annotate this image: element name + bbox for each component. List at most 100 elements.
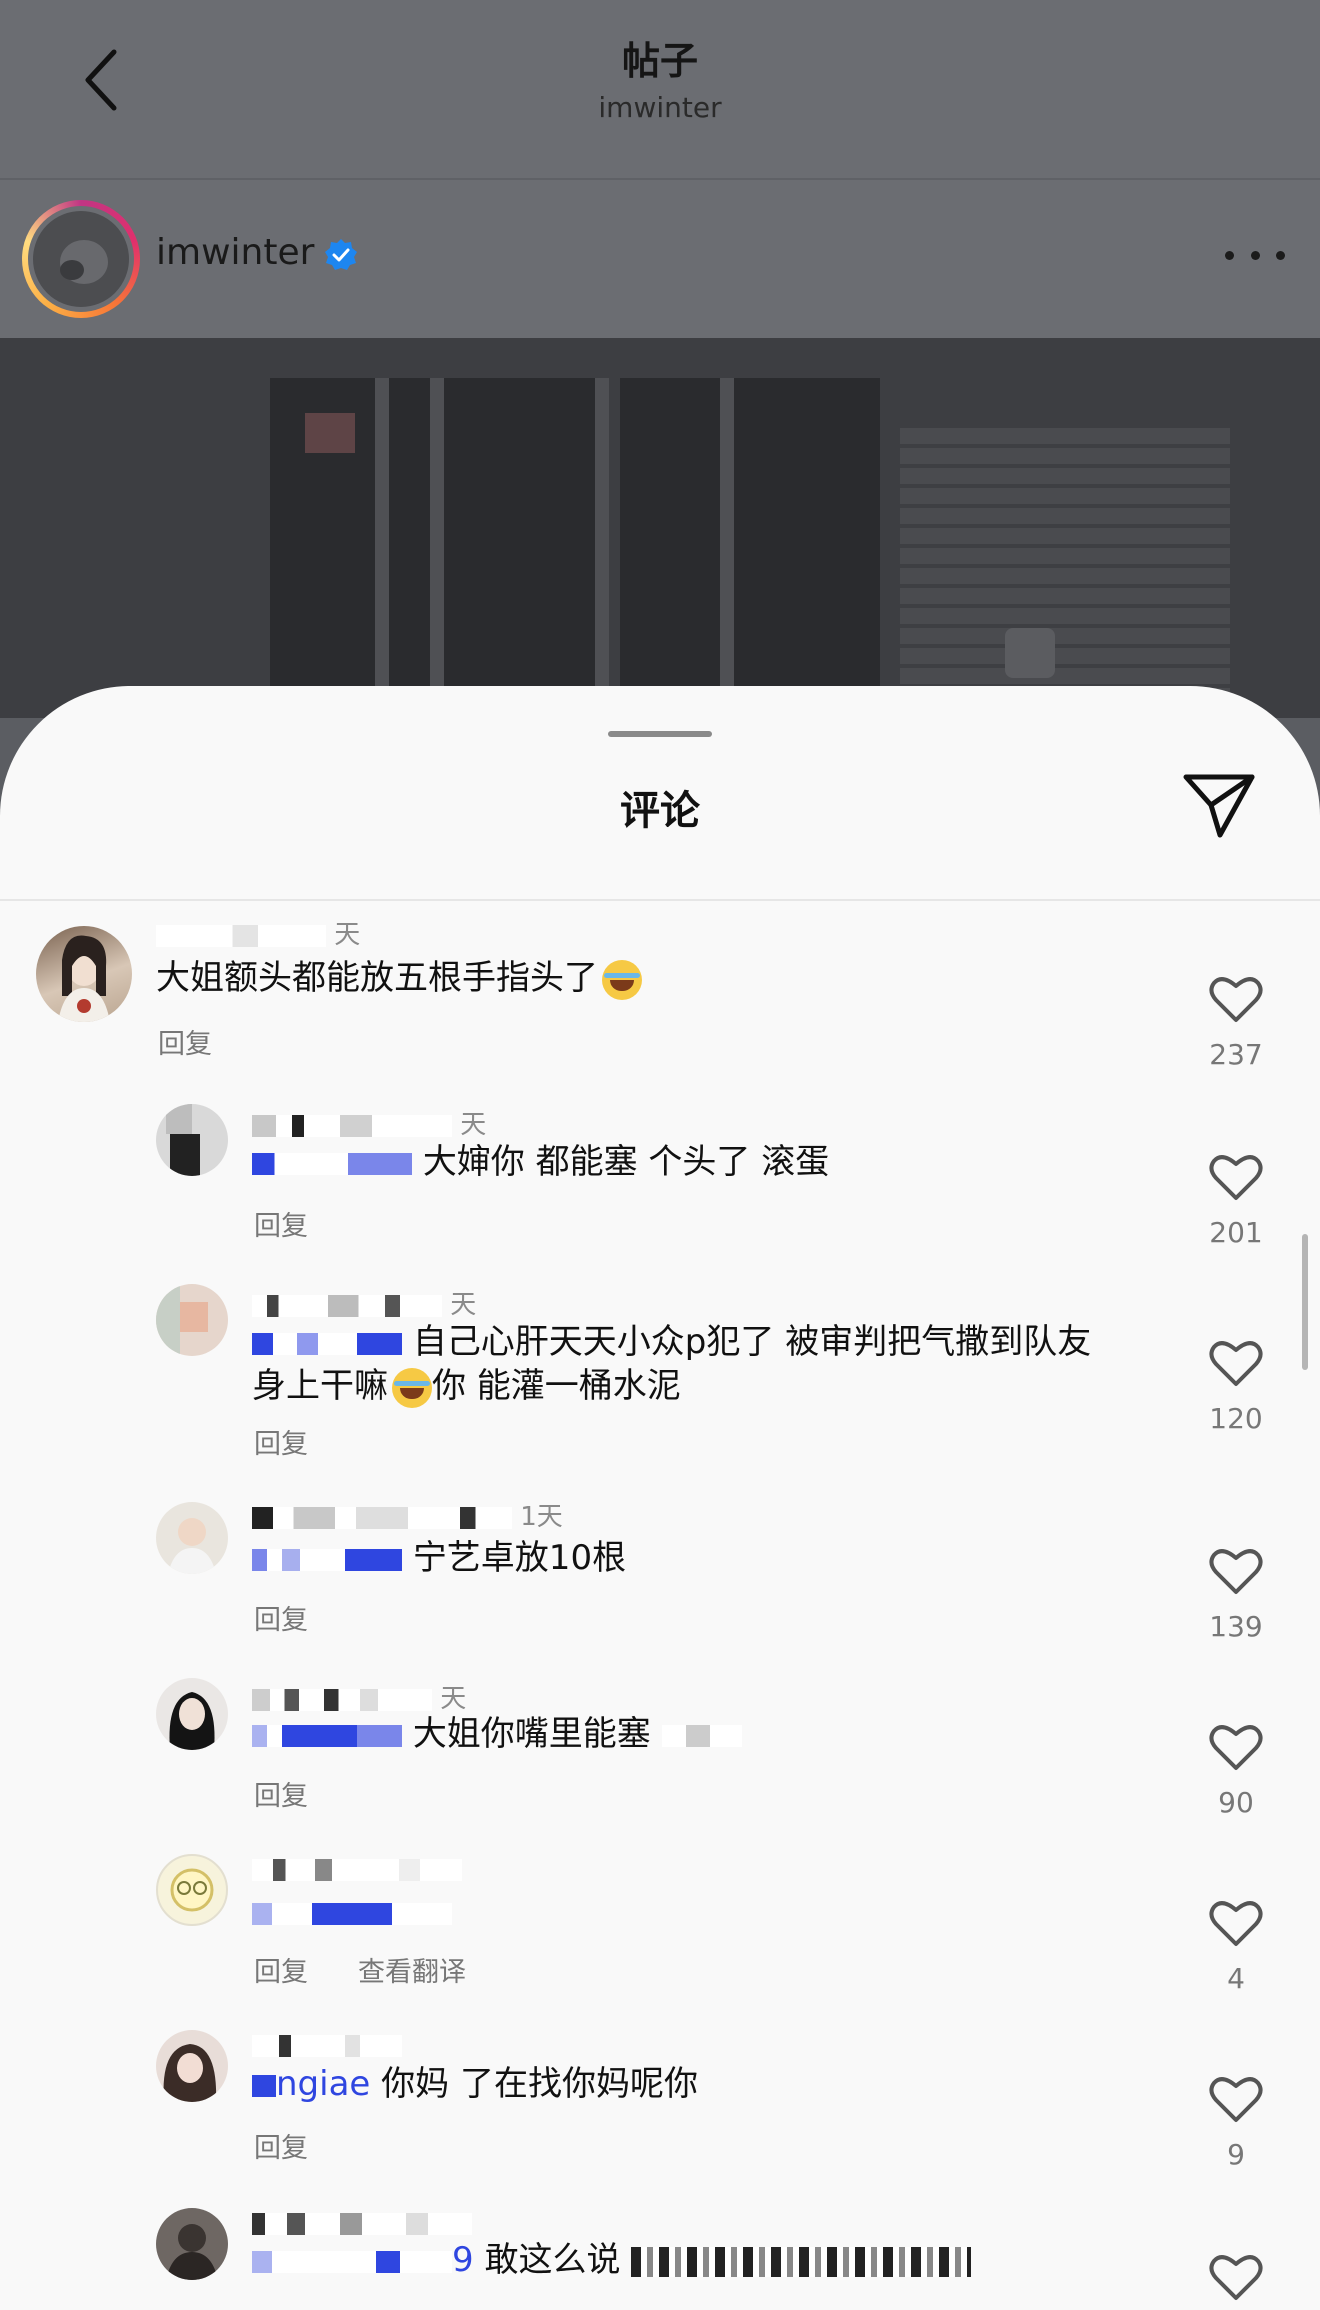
redacted-mention — [252, 1152, 412, 1175]
redacted-username — [252, 1688, 432, 1711]
comment-body: 你 能灌一桶水泥 — [432, 1366, 681, 1406]
comment-text: 宁艺卓放10根 — [252, 1536, 626, 1580]
comment-timestamp: 1天 — [520, 1502, 563, 1532]
commenter-avatar[interactable] — [156, 1104, 228, 1176]
avatar-image — [170, 1868, 214, 1912]
reply-button[interactable]: 回复 — [254, 2126, 308, 2165]
photo-wall — [900, 428, 1230, 718]
like-count: 237 — [1209, 1038, 1263, 1071]
reply-button[interactable]: 回复 — [254, 1950, 308, 1989]
comment-text: 自己心肝天天小众p犯了 被审判把气撒到队友 身上干嘛 你 能灌一桶水泥 — [252, 1320, 1152, 1408]
sheet-title: 评论 — [620, 788, 700, 834]
sheet-divider — [0, 899, 1320, 901]
comment-actions: 回复 — [254, 1422, 308, 1461]
see-translation-button[interactable]: 查看翻译 — [358, 1950, 466, 1989]
comment-meta: 天 — [156, 914, 360, 951]
reply-button[interactable]: 回复 — [254, 1204, 308, 1243]
heart-outline-icon[interactable] — [1208, 1152, 1264, 1202]
author-avatar[interactable] — [22, 200, 140, 318]
heart-outline-icon[interactable] — [1208, 1722, 1264, 1772]
more-dot-icon — [1250, 250, 1260, 260]
redacted-text — [631, 2246, 972, 2277]
avatar-image — [58, 935, 110, 1022]
heart-outline-icon[interactable] — [1208, 1898, 1264, 1948]
redacted-username — [252, 1506, 512, 1529]
photo-sign — [305, 413, 355, 453]
mention-link[interactable]: ngiae — [276, 2064, 370, 2104]
laughing-emoji-icon — [602, 959, 642, 1000]
commenter-avatar[interactable] — [156, 1678, 228, 1750]
reply-button[interactable]: 回复 — [254, 1598, 308, 1637]
redacted-username — [156, 924, 326, 947]
redacted-username — [252, 2034, 402, 2057]
comment-text — [252, 1890, 452, 1934]
commenter-avatar[interactable] — [156, 1284, 228, 1356]
heart-outline-icon[interactable] — [1208, 2074, 1264, 2124]
commenter-avatar[interactable] — [156, 2030, 228, 2102]
heart-outline-icon[interactable] — [1208, 2252, 1264, 2302]
redacted-username — [252, 1114, 452, 1137]
avatar-placeholder-icon — [60, 240, 108, 284]
commenter-avatar[interactable] — [156, 1502, 228, 1574]
more-dot-icon — [1225, 250, 1234, 260]
reply-button[interactable]: 回复 — [254, 1422, 308, 1461]
post-photo[interactable] — [0, 338, 1320, 718]
comment-meta: 1天 — [252, 1496, 563, 1533]
comment-actions: 回复 — [254, 2126, 308, 2165]
reply-button[interactable]: 回复 — [158, 1022, 212, 1061]
like-count: 139 — [1209, 1610, 1263, 1643]
photo-frame — [720, 378, 734, 718]
comment-meta — [252, 2208, 472, 2238]
author-username[interactable]: imwinter — [156, 232, 314, 273]
commenter-avatar[interactable] — [36, 926, 132, 1022]
sheet-grabber[interactable] — [608, 731, 712, 737]
comment-text: 9 敢这么说 — [252, 2238, 972, 2282]
redacted-username — [252, 2212, 472, 2235]
redacted-username — [252, 1294, 442, 1317]
heart-outline-icon[interactable] — [1208, 1546, 1264, 1596]
page-title: 帖子 — [621, 39, 698, 83]
redacted-mention — [252, 2250, 452, 2273]
comment-body: 大婶你 都能塞 个头了 滚蛋 — [422, 1142, 830, 1182]
like-count: 9 — [1227, 2138, 1245, 2171]
more-options-button[interactable] — [1225, 235, 1285, 275]
redacted-mention — [252, 1724, 402, 1747]
verified-badge-icon — [325, 239, 357, 270]
commenter-avatar[interactable] — [156, 2208, 228, 2280]
comment-body: 大姐你嘴里能塞 — [412, 1714, 651, 1754]
mention-link[interactable]: 9 — [452, 2240, 474, 2280]
photo-frame — [375, 378, 389, 718]
redacted-text — [661, 1724, 742, 1747]
comment-text: 大姐额头都能放五根手指头了 — [156, 956, 642, 1000]
comments-sheet: 评论 天 大姐额头都能放五根手指头了 回复 237 天 大婶你 都能塞 个头了 … — [0, 686, 1320, 2310]
photo-door-dark — [620, 378, 880, 718]
comment-body: 身上干嘛 — [252, 1366, 388, 1406]
comment-timestamp: 天 — [450, 1290, 477, 1320]
photo-lamp — [1005, 628, 1055, 678]
redacted-mention — [252, 1548, 402, 1571]
comment-actions: 回复 — [158, 1022, 212, 1061]
comment-text: 大姐你嘴里能塞 — [252, 1712, 742, 1756]
avatar-image — [166, 2224, 218, 2280]
comment-body: 你妈 了在找你妈呢你 — [381, 2064, 698, 2104]
comment-actions: 回复 — [254, 1598, 308, 1637]
more-dot-icon — [1276, 250, 1285, 260]
avatar-image — [163, 2044, 217, 2102]
comment-text: ngiae 你妈 了在找你妈呢你 — [252, 2062, 698, 2106]
comment-timestamp: 天 — [460, 1110, 487, 1140]
heart-outline-icon[interactable] — [1208, 974, 1264, 1024]
commenter-avatar[interactable] — [156, 1854, 228, 1926]
reply-button[interactable]: 回复 — [254, 1774, 308, 1813]
comment-body: 自己心肝天天小众p犯了 被审判把气撒到队友 — [412, 1322, 1092, 1362]
comment-timestamp: 天 — [334, 920, 361, 950]
comment-meta: 天 — [252, 1104, 486, 1141]
comment-timestamp: 天 — [440, 1684, 467, 1714]
heart-outline-icon[interactable] — [1208, 1338, 1264, 1388]
like-count: 90 — [1218, 1786, 1254, 1819]
comments-scrollbar[interactable] — [1302, 1234, 1308, 1370]
comment-body: 大姐额头都能放五根手指头了 — [156, 958, 598, 998]
comment-text: 大婶你 都能塞 个头了 滚蛋 — [252, 1140, 829, 1184]
photo-frame — [595, 378, 609, 718]
paper-plane-icon[interactable] — [1180, 769, 1260, 841]
photo-frame — [430, 378, 444, 718]
